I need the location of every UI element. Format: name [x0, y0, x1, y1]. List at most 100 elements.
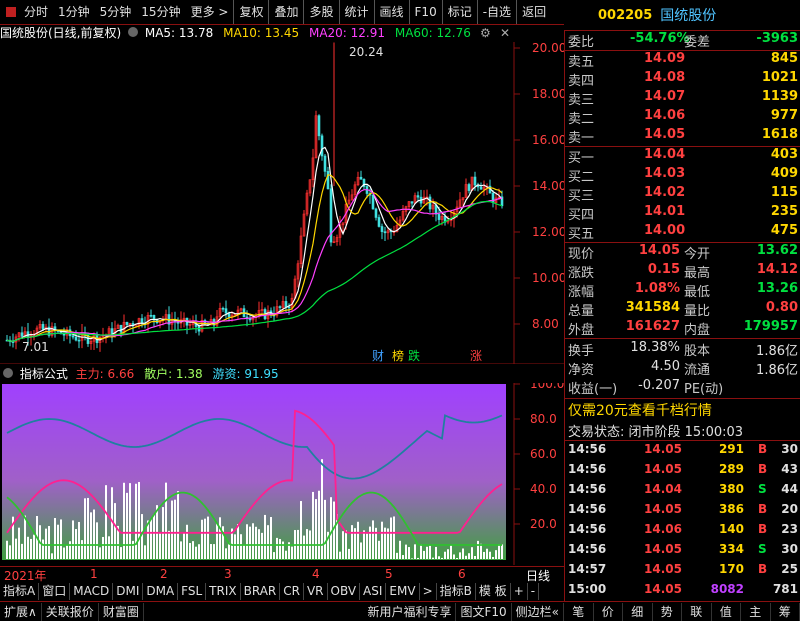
indicator-tab[interactable]: CR — [280, 583, 304, 600]
candle-body — [75, 337, 77, 340]
indicator-tick: 100.0 — [530, 383, 564, 391]
quote-nav-tab[interactable]: 联 — [682, 603, 712, 621]
f10-button[interactable]: 图文F10 — [456, 603, 511, 621]
indicator-bar — [345, 530, 347, 559]
indicator-tab[interactable]: DMI — [113, 583, 143, 600]
tag-zhang[interactable]: 涨 — [470, 348, 482, 363]
indicator-bar — [9, 545, 11, 559]
dropdown-icon[interactable] — [128, 27, 138, 37]
related-quote-button[interactable]: 关联报价 — [42, 603, 99, 621]
chart-close-icon[interactable]: ✕ — [500, 26, 510, 40]
candle-body — [63, 334, 65, 335]
indicator-bar — [219, 517, 221, 559]
tag-cai[interactable]: 财 — [372, 349, 384, 363]
indicator-tab[interactable]: 指标A — [0, 583, 39, 600]
stat-value: 341584 — [626, 300, 680, 315]
toolbar-huaxian[interactable]: 画线 — [374, 0, 409, 24]
toolbar-fanhui[interactable]: 返回 — [516, 0, 551, 24]
indicator-bar — [444, 552, 446, 559]
bid-label: 买四 — [568, 204, 594, 223]
indicator-bar — [90, 512, 92, 559]
indicator-tab[interactable]: 模 板 — [476, 583, 511, 600]
quote-nav-tab[interactable]: 势 — [653, 603, 683, 621]
toolbar-zixuan[interactable]: -自选 — [477, 0, 516, 24]
expand-button[interactable]: 扩展∧ — [0, 603, 42, 621]
indicator-tab[interactable]: MACD — [70, 583, 113, 600]
stat-value-2: 13.62 — [757, 243, 798, 258]
tick-time: 14:56 — [568, 542, 606, 556]
toolbar-duogu[interactable]: 多股 — [303, 0, 338, 24]
indicator-bar — [105, 485, 107, 559]
indicator-tab[interactable]: ASI — [360, 583, 386, 600]
indicator-bar — [144, 545, 146, 559]
tick-price: 14.05 — [644, 582, 682, 596]
indicator-title[interactable]: 指标公式 — [20, 367, 68, 381]
quote-nav-tab[interactable]: 筹 — [771, 603, 800, 621]
new-user-promo[interactable]: 新用户福利专享 — [363, 603, 456, 621]
toolbar-more[interactable]: 更多 > — [186, 0, 234, 24]
ma60-line — [7, 202, 502, 342]
indicator-tab[interactable]: TRIX — [206, 583, 240, 600]
toolbar-15min[interactable]: 15分钟 — [136, 0, 185, 24]
tag-die[interactable]: 跌 — [408, 348, 420, 363]
wealth-circle-button[interactable]: 财富圈 — [99, 603, 144, 621]
indicator-bar — [240, 534, 242, 559]
ask-label: 卖一 — [568, 127, 594, 146]
month-5: 5 — [385, 567, 393, 581]
indicator-dropdown-icon[interactable] — [3, 368, 13, 378]
tick-price: 14.06 — [644, 522, 682, 536]
candle-body — [72, 336, 74, 337]
toolbar-fuquan[interactable]: 复权 — [233, 0, 268, 24]
ma10-label: MA10: 13.45 — [223, 26, 299, 40]
indicator-tab[interactable]: DMA — [143, 583, 178, 600]
indicator-bar — [276, 538, 278, 559]
toolbar-diejia[interactable]: 叠加 — [268, 0, 303, 24]
quote-nav-tab[interactable]: 价 — [594, 603, 624, 621]
indicator-bar — [201, 520, 203, 559]
quote-nav-tab[interactable]: 细 — [623, 603, 653, 621]
candle-body — [411, 202, 413, 204]
promo-row[interactable]: 仅需20元查看千档行情 — [566, 400, 800, 419]
quote-nav-tab[interactable]: 笔 — [564, 603, 594, 621]
quote-nav-tab[interactable]: 主 — [741, 603, 771, 621]
indicator-bar — [426, 547, 428, 559]
indicator-tab[interactable]: 指标B — [437, 583, 476, 600]
indicator-tab[interactable]: VR — [304, 583, 328, 600]
indicator-chart[interactable]: 100.080.060.040.020.0 — [0, 383, 564, 565]
toolbar-1min[interactable]: 1分钟 — [53, 0, 95, 24]
indicator-tab[interactable]: > — [420, 583, 437, 600]
app-menu-icon[interactable] — [6, 7, 16, 17]
indicator-tab[interactable]: + — [511, 583, 528, 600]
indicator-bar — [324, 500, 326, 559]
candle-body — [480, 187, 482, 189]
indicator-tab[interactable]: 窗口 — [39, 583, 70, 600]
kline-chart[interactable]: 20.0018.0016.0014.0012.0010.008.00 20.24… — [0, 42, 564, 364]
indicator-tab[interactable]: - — [528, 583, 539, 600]
bid-price: 14.00 — [644, 223, 685, 238]
tag-bang[interactable]: 榜 — [392, 348, 404, 363]
indicator-tab[interactable]: FSL — [178, 583, 206, 600]
sidebar-toggle[interactable]: 侧边栏« — [512, 603, 564, 621]
indicator-bar — [57, 525, 59, 559]
indicator-tab[interactable]: BRAR — [241, 583, 281, 600]
period-label[interactable]: 日线 — [526, 567, 550, 584]
toolbar-tongji[interactable]: 统计 — [339, 0, 374, 24]
indicator-tab[interactable]: EMV — [386, 583, 419, 600]
promo-text[interactable]: 仅需20元查看千档行情 — [568, 400, 712, 420]
indicator-bar — [450, 545, 452, 559]
stock-header: 002205 国统股份 — [564, 0, 800, 31]
toolbar-5min[interactable]: 5分钟 — [95, 0, 137, 24]
quote-nav-tab[interactable]: 值 — [712, 603, 742, 621]
candle-body — [285, 301, 287, 306]
toolbar-fenshi[interactable]: 分时 — [19, 0, 53, 24]
indicator-bar — [411, 558, 413, 559]
toolbar-biaoji[interactable]: 标记 — [442, 0, 477, 24]
indicator-bar — [378, 541, 380, 559]
stat-row: 涨跌0.15最高14.12 — [566, 262, 800, 281]
indicator-bar — [441, 558, 443, 559]
chart-settings-icon[interactable]: ⚙ — [480, 26, 491, 40]
indicator-bar — [285, 551, 287, 559]
toolbar-f10[interactable]: F10 — [409, 0, 442, 24]
indicator-tab[interactable]: OBV — [328, 583, 361, 600]
price-tick: 14.00 — [532, 179, 564, 193]
